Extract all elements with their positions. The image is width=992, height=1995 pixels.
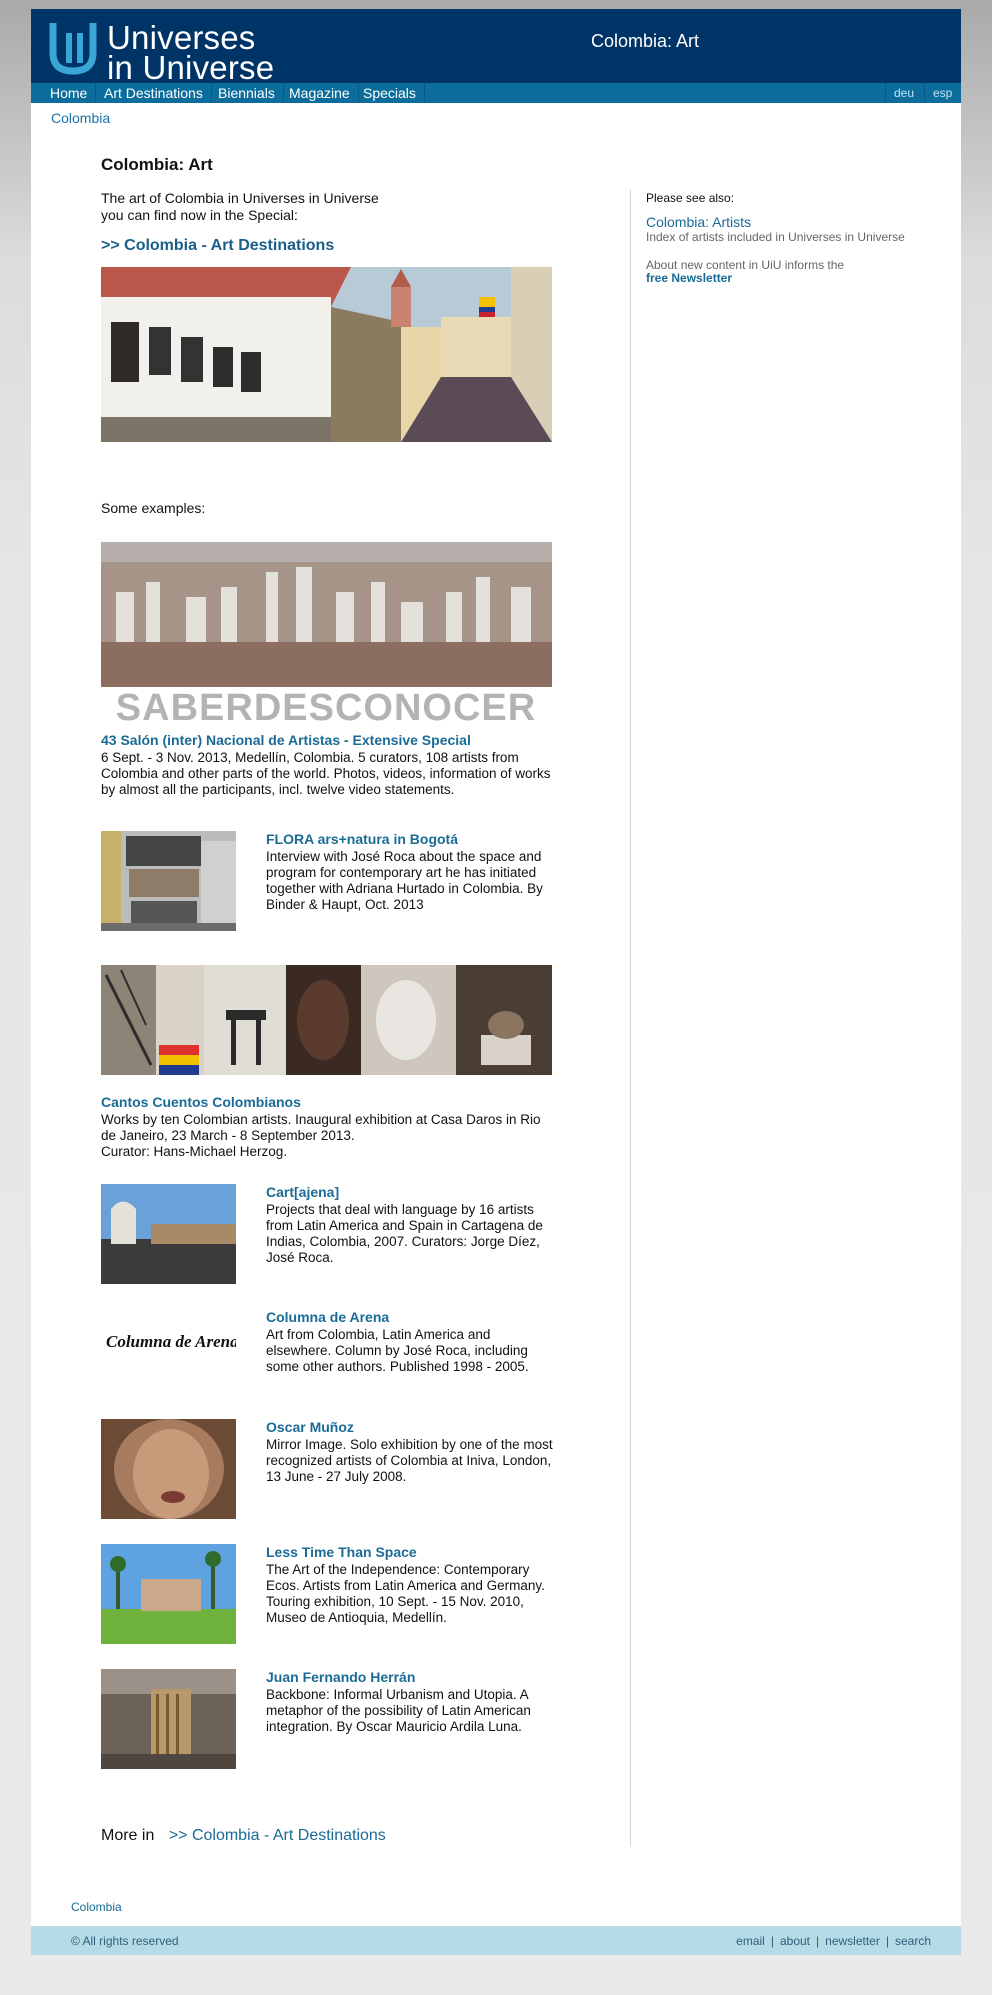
footer-links: email | about | newsletter | search <box>736 1934 931 1948</box>
flora-desc: Interview with José Roca about the space… <box>266 849 543 912</box>
uiu-logo-icon <box>49 23 97 75</box>
nav-home[interactable]: Home <box>42 83 97 103</box>
page: Universes in Universe Colombia: Art Home… <box>31 9 961 1955</box>
breadcrumb-colombia[interactable]: Colombia <box>51 110 110 126</box>
footer-about-link[interactable]: about <box>780 1934 810 1948</box>
cartajena-desc: Projects that deal with language by 16 a… <box>266 1202 543 1265</box>
copyright: © All rights reserved <box>71 1934 179 1948</box>
oscar-munoz-title-link[interactable]: Oscar Muñoz <box>266 1419 354 1435</box>
street-illustration <box>101 267 552 442</box>
page-title: Colombia: Art <box>101 155 213 174</box>
more-label: More in <box>101 1827 155 1844</box>
footer-email-link[interactable]: email <box>736 1934 765 1948</box>
cantos-desc: Works by ten Colombian artists. Inaugura… <box>101 1112 541 1143</box>
see-also-label: Please see also: <box>646 191 735 205</box>
columna-logo-text: Columna de Arena <box>106 1332 236 1351</box>
footer-bar: © All rights reserved email | about | newsle… <box>31 1926 961 1955</box>
nav-biennials[interactable]: Biennials <box>210 83 284 103</box>
main-nav: Home Art Destinations Biennials Magazine… <box>31 83 961 103</box>
examples-label: Some examples: <box>101 500 206 516</box>
cantos-title-link[interactable]: Cantos Cuentos Colombianos <box>101 1094 301 1110</box>
less-time-image[interactable] <box>101 1544 236 1644</box>
columna-title-link[interactable]: Columna de Arena <box>266 1309 389 1325</box>
colombia-artists-link[interactable]: Colombia: Artists <box>646 214 751 230</box>
less-time-desc: The Art of the Independence: Contemporar… <box>266 1562 545 1625</box>
columna-logo-image[interactable]: Columna de Arena <box>101 1309 239 1369</box>
site-header: Universes in Universe Colombia: Art <box>31 9 961 84</box>
flora-building-illustration <box>101 831 236 931</box>
nav-art-destinations[interactable]: Art Destinations <box>96 83 212 103</box>
footer-breadcrumb[interactable]: Colombia <box>71 1900 122 1914</box>
museum-plaza-illustration <box>101 1544 236 1644</box>
columna-script-logo: Columna de Arena <box>106 1332 239 1351</box>
logo-line2: in Universe <box>107 49 275 86</box>
cartajena-title-link[interactable]: Cart[ajena] <box>266 1184 339 1200</box>
nav-specials[interactable]: Specials <box>355 83 425 103</box>
herran-title-link[interactable]: Juan Fernando Herrán <box>266 1669 415 1685</box>
herran-desc: Backbone: Informal Urbanism and Utopia. … <box>266 1687 531 1734</box>
intro-line-2: you can find now in the Special: <box>101 207 298 223</box>
less-time-title-link[interactable]: Less Time Than Space <box>266 1544 417 1560</box>
flora-title-link[interactable]: FLORA ars+natura in Bogotá <box>266 831 458 847</box>
oscar-munoz-image[interactable] <box>101 1419 236 1519</box>
column-divider <box>630 189 631 1847</box>
artists-index-text: Index of artists included in Universes i… <box>646 230 905 244</box>
intro-line-1: The art of Colombia in Universes in Univ… <box>101 190 379 206</box>
installation-hall-illustration <box>101 1669 236 1769</box>
footer-search-link[interactable]: search <box>895 1934 931 1948</box>
columna-desc: Art from Colombia, Latin America and els… <box>266 1327 529 1374</box>
about-newsletter-text: About new content in UiU informs the <box>646 258 845 272</box>
mirror-face-illustration <box>101 1419 236 1519</box>
fortress-illustration <box>101 1184 236 1284</box>
nav-magazine[interactable]: Magazine <box>281 83 359 103</box>
header-title: Colombia: Art <box>591 31 700 51</box>
banner-text: SABERDESCONOCER <box>116 687 536 722</box>
more-destinations-link[interactable]: >> Colombia - Art Destinations <box>169 1827 386 1844</box>
salon-banner-image[interactable]: SABERDESCONOCER <box>101 542 552 729</box>
cantos-image-strip[interactable] <box>101 965 552 1075</box>
lang-esp[interactable]: esp <box>924 83 960 103</box>
site-logo[interactable]: Universes in Universe <box>49 17 309 84</box>
flora-image[interactable] <box>101 831 236 931</box>
salon-desc: 6 Sept. - 3 Nov. 2013, Medellín, Colombi… <box>101 750 551 797</box>
intro-text: The art of Colombia in Universes in Univ… <box>101 190 401 224</box>
herran-image[interactable] <box>101 1669 236 1769</box>
lang-deu[interactable]: deu <box>885 83 922 103</box>
salon-title-link[interactable]: 43 Salón (inter) Nacional de Artistas - … <box>101 732 471 748</box>
artworks-collage <box>101 965 552 1075</box>
cartajena-image[interactable] <box>101 1184 236 1284</box>
logo-text: Universes in Universe <box>107 21 275 86</box>
city-skyline-illustration: SABERDESCONOCER <box>101 542 552 729</box>
oscar-munoz-desc: Mirror Image. Solo exhibition by one of … <box>266 1437 553 1484</box>
art-destinations-link[interactable]: >> Colombia - Art Destinations <box>101 237 334 255</box>
footer-newsletter-link[interactable]: newsletter <box>825 1934 880 1948</box>
more-in: More in >> Colombia - Art Destinations <box>101 1827 386 1845</box>
free-newsletter-link[interactable]: free Newsletter <box>646 271 732 285</box>
cantos-curator: Curator: Hans-Michael Herzog. <box>101 1144 288 1159</box>
hero-street-image[interactable] <box>101 267 552 442</box>
